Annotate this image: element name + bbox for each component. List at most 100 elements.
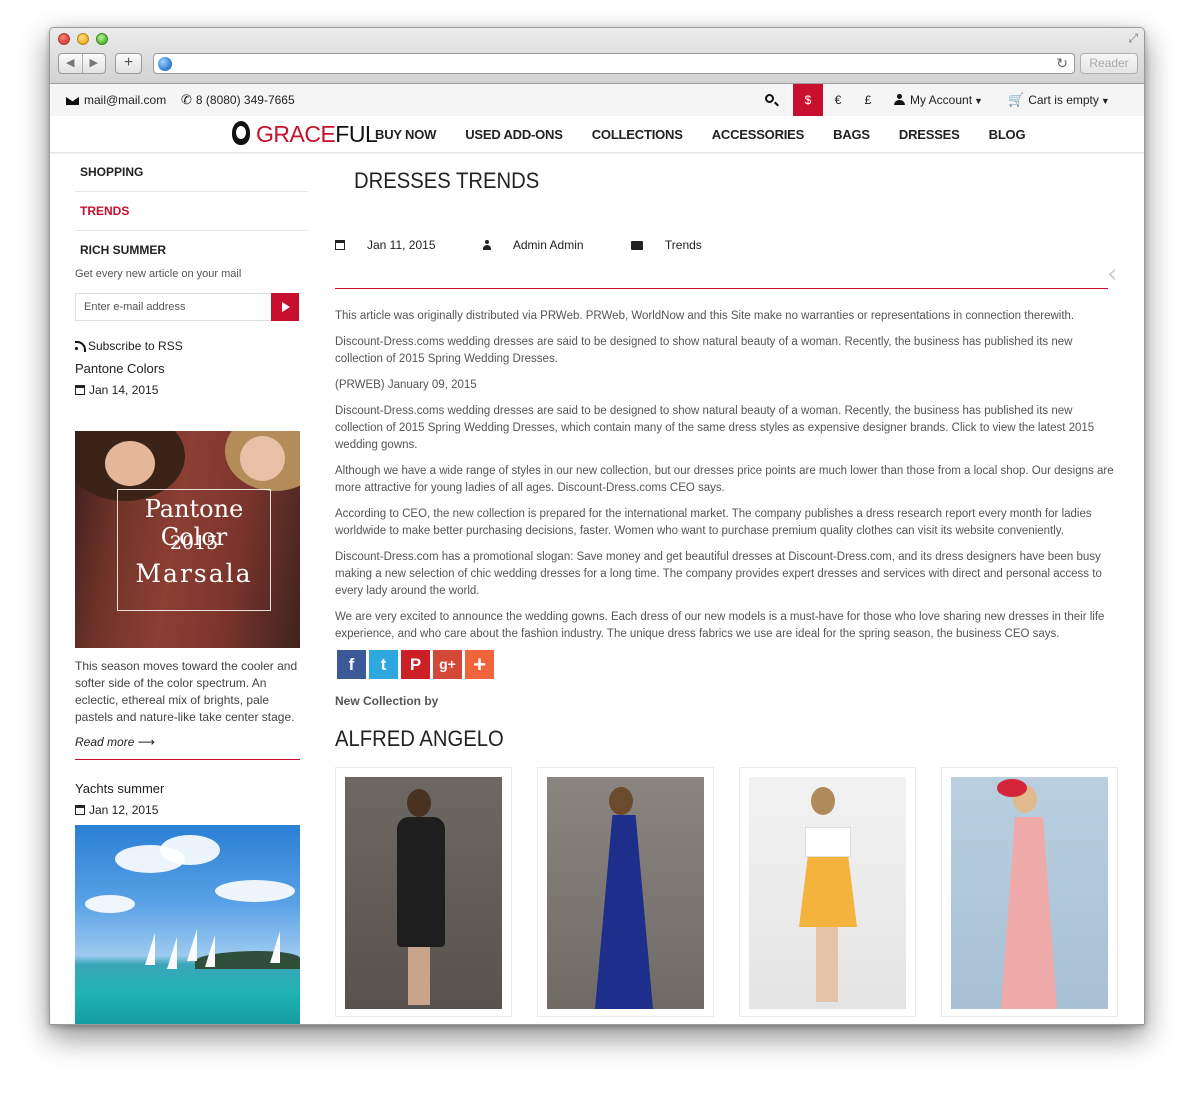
menu-item-bags[interactable]: BAGS bbox=[833, 116, 870, 153]
article-category[interactable]: Trends bbox=[630, 238, 724, 252]
globe-icon bbox=[158, 57, 172, 71]
email-text: mail@mail.com bbox=[84, 93, 167, 107]
calendar-icon bbox=[335, 240, 345, 250]
collection-brand-title: ALFRED ANGELO bbox=[335, 726, 504, 751]
menu-items: BUY NOW USED ADD-ONS COLLECTIONS ACCESSO… bbox=[375, 116, 1054, 153]
user-icon bbox=[482, 240, 491, 250]
logo-text: GRACEFUL bbox=[256, 120, 378, 147]
subscribe-text: Get every new article on your mail bbox=[75, 268, 242, 280]
cart-dropdown[interactable]: 🛒 Cart is empty ▼ bbox=[1008, 84, 1110, 116]
phone-text: 8 (8080) 349-7665 bbox=[195, 93, 295, 107]
article-paragraph: Discount-Dress.coms wedding dresses are … bbox=[335, 336, 1073, 365]
product-card[interactable] bbox=[335, 767, 512, 1017]
sidebar-post-date: Jan 14, 2015 bbox=[75, 383, 158, 397]
rss-icon bbox=[75, 341, 86, 352]
sidebar-category-shopping[interactable]: SHOPPING bbox=[75, 153, 308, 192]
subscribe-rss-link[interactable]: Subscribe to RSS bbox=[75, 339, 183, 353]
article-paragraph: Discount-Dress.com has a promotional slo… bbox=[335, 551, 1102, 597]
menu-item-collections[interactable]: COLLECTIONS bbox=[592, 116, 683, 153]
image-caption-line2: 2015 bbox=[169, 532, 219, 554]
article-title: DRESSES TRENDS bbox=[354, 168, 540, 193]
product-card[interactable] bbox=[739, 767, 916, 1017]
logo-silhouette-icon bbox=[230, 119, 252, 149]
article-body: This article was originally distributed … bbox=[335, 308, 1120, 652]
phone-icon: ✆ bbox=[181, 92, 192, 107]
history-buttons: ◀ ▶ bbox=[58, 53, 106, 74]
minimize-window-icon[interactable] bbox=[77, 33, 89, 45]
google-plus-icon[interactable]: g+ bbox=[433, 650, 462, 679]
more-share-icon[interactable]: + bbox=[465, 650, 494, 679]
menu-item-buy-now[interactable]: BUY NOW bbox=[375, 116, 436, 153]
chevron-down-icon: ▼ bbox=[1100, 96, 1110, 106]
product-card[interactable] bbox=[537, 767, 714, 1017]
menu-item-blog[interactable]: BLOG bbox=[989, 116, 1026, 153]
folder-icon bbox=[630, 241, 643, 250]
sidebar-post-date: Jan 12, 2015 bbox=[75, 803, 158, 817]
reload-icon[interactable]: ↻ bbox=[1056, 55, 1068, 72]
cart-label: Cart is empty bbox=[1028, 93, 1099, 107]
browser-toolbar: ⤢ ◀ ▶ + ↻ Reader bbox=[50, 28, 1144, 84]
read-more-link[interactable]: Read more ⟶ bbox=[75, 735, 155, 749]
meta-divider bbox=[335, 288, 1108, 289]
product-image[interactable] bbox=[749, 777, 906, 1009]
contact-email[interactable]: mail@mail.com bbox=[66, 84, 166, 116]
pantone-post-image[interactable]: Pantone Color 2015 Marsala bbox=[75, 431, 300, 648]
article-date: Jan 11, 2015 bbox=[335, 238, 458, 252]
reader-button[interactable]: Reader bbox=[1080, 53, 1138, 74]
calendar-icon bbox=[75, 805, 85, 815]
fullscreen-icon[interactable]: ⤢ bbox=[1128, 31, 1138, 46]
blog-sidebar: SHOPPING TRENDS RICH SUMMER Get every ne… bbox=[50, 153, 310, 1024]
calendar-icon bbox=[75, 385, 85, 395]
currency-eur-button[interactable]: € bbox=[827, 84, 849, 116]
product-image[interactable] bbox=[951, 777, 1108, 1009]
sidebar-category-rich-summer[interactable]: RICH SUMMER bbox=[75, 231, 308, 270]
article-paragraph: According to CEO, the new collection is … bbox=[335, 508, 1092, 537]
image-caption-line3: Marsala bbox=[135, 559, 253, 588]
forward-icon[interactable]: ▶ bbox=[83, 54, 106, 73]
zoom-window-icon[interactable] bbox=[96, 33, 108, 45]
menu-item-accessories[interactable]: ACCESSORIES bbox=[712, 116, 805, 153]
yachts-post-image[interactable] bbox=[75, 825, 300, 1024]
main-navigation: GRACEFUL BUY NOW USED ADD-ONS COLLECTION… bbox=[50, 116, 1144, 153]
pinterest-icon[interactable]: P bbox=[401, 650, 430, 679]
search-icon[interactable] bbox=[765, 94, 774, 103]
sidebar-category-trends[interactable]: TRENDS bbox=[75, 192, 308, 231]
article-author[interactable]: Admin Admin bbox=[482, 238, 606, 252]
twitter-icon[interactable]: t bbox=[369, 650, 398, 679]
menu-item-dresses[interactable]: DRESSES bbox=[899, 116, 960, 153]
browser-window: ⤢ ◀ ▶ + ↻ Reader mail@mail.com ✆ 8 (8080)… bbox=[49, 27, 1145, 1025]
sidebar-divider bbox=[75, 759, 300, 760]
article-paragraph: We are very excited to announce the wedd… bbox=[335, 611, 1105, 640]
account-label: My Account bbox=[910, 93, 973, 107]
page-viewport: mail@mail.com ✆ 8 (8080) 349-7665 $ € £ M… bbox=[50, 84, 1144, 1024]
address-bar[interactable]: ↻ bbox=[153, 53, 1075, 74]
article-paragraph: Although we have a wide range of styles … bbox=[335, 465, 1114, 494]
new-tab-button[interactable]: + bbox=[115, 53, 142, 74]
user-icon bbox=[894, 94, 905, 105]
my-account-dropdown[interactable]: My Account ▼ bbox=[894, 84, 983, 116]
product-image[interactable] bbox=[547, 777, 704, 1009]
sidebar-post-title[interactable]: Pantone Colors bbox=[75, 361, 165, 376]
sidebar-post-excerpt: This season moves toward the cooler and … bbox=[75, 659, 298, 724]
site-logo[interactable]: GRACEFUL bbox=[230, 118, 378, 150]
contact-phone[interactable]: ✆ 8 (8080) 349-7665 bbox=[181, 84, 295, 116]
collection-label: New Collection by bbox=[335, 694, 439, 708]
top-info-bar: mail@mail.com ✆ 8 (8080) 349-7665 $ € £ M… bbox=[50, 84, 1144, 116]
previous-article-icon[interactable]: ‹ bbox=[1107, 259, 1117, 289]
mail-icon bbox=[66, 96, 79, 105]
close-window-icon[interactable] bbox=[58, 33, 70, 45]
cart-icon: 🛒 bbox=[1008, 92, 1025, 107]
facebook-icon[interactable]: f bbox=[337, 650, 366, 679]
menu-item-used-add-ons[interactable]: USED ADD-ONS bbox=[465, 116, 563, 153]
back-icon[interactable]: ◀ bbox=[59, 54, 83, 73]
sidebar-post-title[interactable]: Yachts summer bbox=[75, 781, 164, 796]
chevron-down-icon: ▼ bbox=[974, 96, 983, 106]
currency-usd-button[interactable]: $ bbox=[793, 84, 823, 116]
product-card[interactable] bbox=[941, 767, 1118, 1017]
currency-gbp-button[interactable]: £ bbox=[857, 84, 879, 116]
share-buttons: f t P g+ + bbox=[337, 650, 497, 679]
subscribe-submit-button[interactable] bbox=[271, 293, 299, 321]
subscribe-email-input[interactable]: Enter e-mail address bbox=[75, 293, 271, 321]
product-image[interactable] bbox=[345, 777, 502, 1009]
article-paragraph: (PRWEB) January 09, 2015 bbox=[335, 379, 477, 391]
